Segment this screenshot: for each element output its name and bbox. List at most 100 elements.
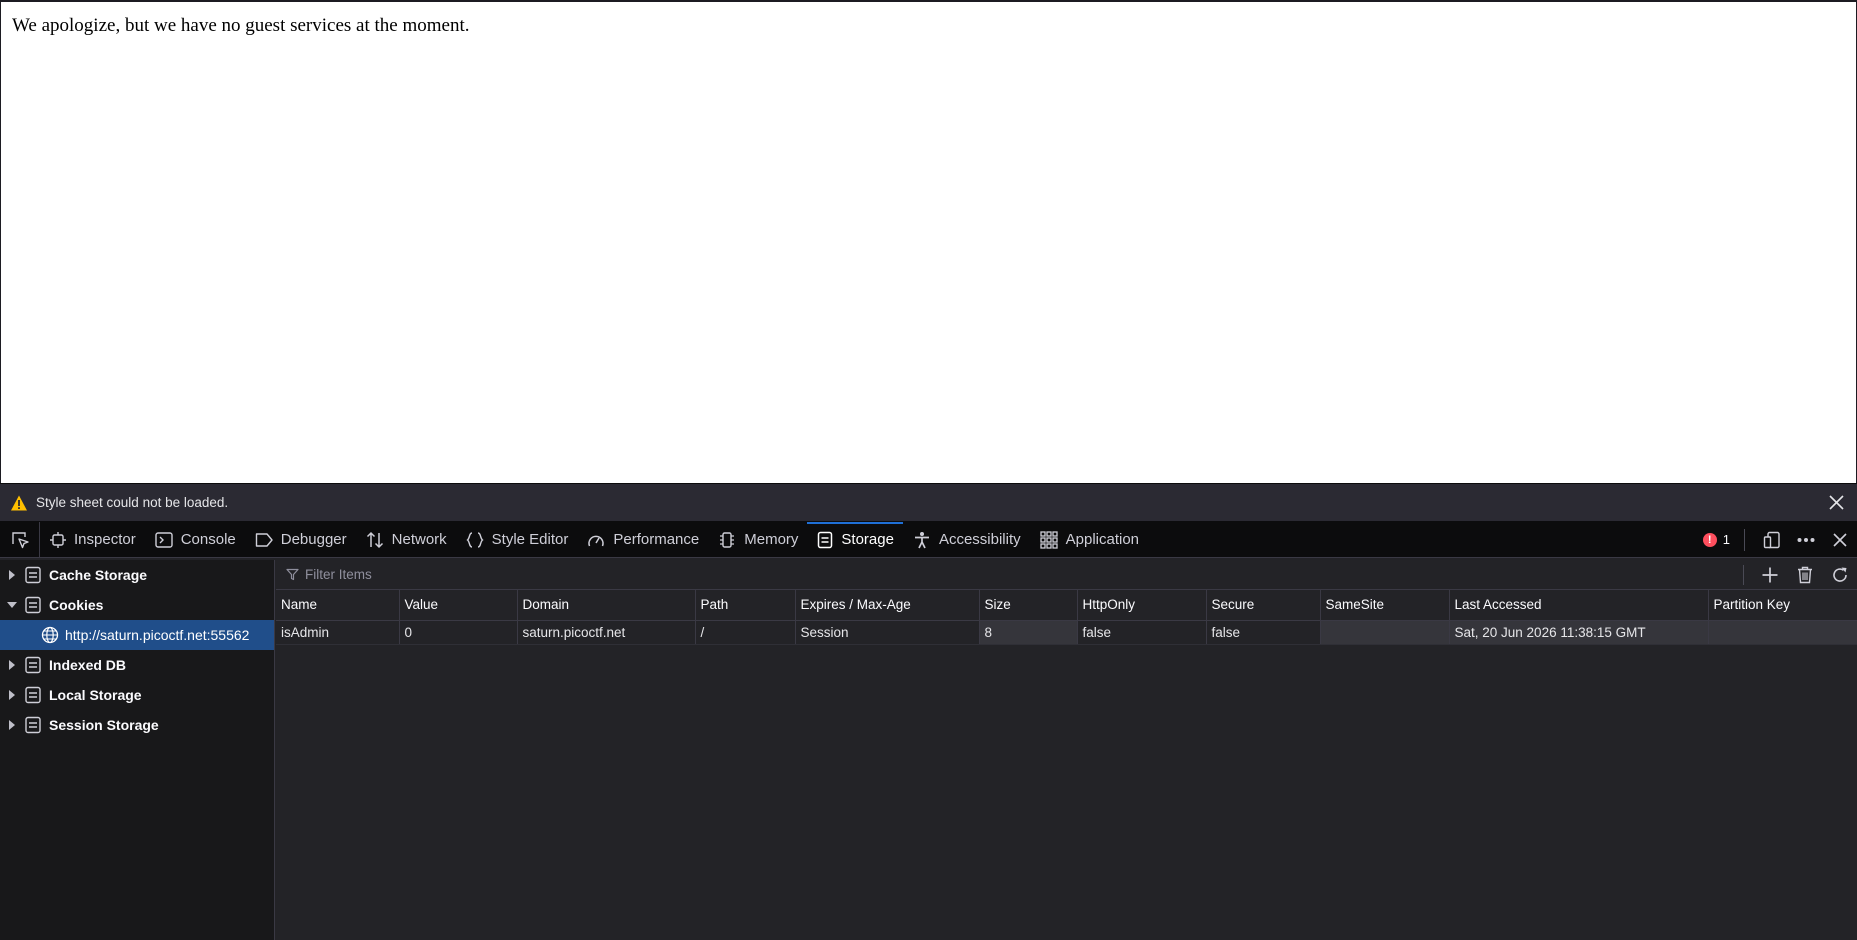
tab-performance[interactable]: Performance (577, 522, 708, 557)
storage-icon (25, 566, 41, 584)
filter-icon (286, 568, 299, 581)
tab-memory[interactable]: Memory (708, 522, 807, 557)
column-header-size[interactable]: Size (979, 590, 1078, 621)
cell-expires[interactable]: Session (795, 620, 980, 645)
filter-items-input[interactable] (305, 567, 805, 582)
sidebar-item-label: http://saturn.picoctf.net:55562 (65, 627, 250, 643)
cell-path[interactable]: / (695, 620, 796, 645)
close-devtools-button[interactable] (1823, 522, 1857, 557)
cookies-table: Name Value Domain Path Expires / Max-Age… (276, 590, 1857, 645)
accessibility-icon (914, 531, 929, 548)
toolbar-separator (1744, 528, 1745, 551)
column-header-expires[interactable]: Expires / Max-Age (795, 590, 980, 621)
tab-storage[interactable]: Storage (807, 522, 903, 557)
performance-icon (588, 535, 605, 546)
tab-label: Inspector (74, 531, 136, 548)
refresh-icon (1832, 567, 1847, 582)
column-header-path[interactable]: Path (695, 590, 796, 621)
storage-icon (25, 716, 41, 734)
tab-inspector[interactable]: Inspector (40, 522, 145, 557)
sidebar-item-cache-storage[interactable]: Cache Storage (0, 560, 274, 590)
console-icon (155, 531, 173, 548)
page-message: We apologize, but we have no guest servi… (12, 15, 470, 36)
storage-icon (25, 686, 41, 704)
storage-icon (818, 531, 833, 548)
column-header-domain[interactable]: Domain (517, 590, 696, 621)
cell-samesite[interactable] (1320, 620, 1450, 645)
add-item-button[interactable] (1752, 566, 1787, 584)
cell-size[interactable]: 8 (979, 620, 1078, 645)
tab-style-editor[interactable]: Style Editor (456, 522, 578, 557)
more-options-icon (1797, 537, 1815, 542)
sidebar-item-cookies[interactable]: Cookies (0, 590, 274, 620)
cell-domain[interactable]: saturn.picoctf.net (517, 620, 696, 645)
cell-partition-key[interactable] (1708, 620, 1857, 645)
storage-icon (25, 656, 41, 674)
notification-text: Style sheet could not be loaded. (36, 495, 229, 510)
cell-name[interactable]: isAdmin (276, 620, 400, 645)
tab-label: Accessibility (938, 531, 1021, 548)
sidebar-item-session-storage[interactable]: Session Storage (0, 710, 274, 740)
tab-label: Application (1065, 531, 1140, 548)
page-viewport: We apologize, but we have no guest servi… (0, 0, 1857, 483)
sidebar-item-label: Session Storage (49, 717, 159, 733)
expand-arrow-icon[interactable] (0, 720, 24, 730)
sidebar-item-label: Cache Storage (49, 567, 148, 583)
delete-all-button[interactable] (1787, 566, 1822, 584)
network-icon (366, 531, 383, 548)
toolbar-right-controls: ! 1 (1702, 522, 1857, 557)
table-row[interactable]: isAdmin 0 saturn.picoctf.net / Session 8… (276, 620, 1857, 645)
devtools-toolbar: Inspector Console Debugger Network Style… (0, 522, 1857, 558)
inspector-icon (50, 531, 66, 548)
column-header-partition-key[interactable]: Partition Key (1708, 590, 1857, 621)
filter-actions (1743, 560, 1857, 589)
column-header-value[interactable]: Value (399, 590, 518, 621)
sidebar-item-indexed-db[interactable]: Indexed DB (0, 650, 274, 680)
sidebar-item-label: Local Storage (49, 687, 142, 703)
memory-icon (720, 531, 735, 548)
table-header-row: Name Value Domain Path Expires / Max-Age… (276, 590, 1857, 621)
cell-secure[interactable]: false (1206, 620, 1321, 645)
cell-last-accessed[interactable]: Sat, 20 Jun 2026 11:38:15 GMT (1449, 620, 1709, 645)
trash-icon (1797, 566, 1812, 583)
error-count-button[interactable]: ! 1 (1702, 532, 1730, 547)
column-header-name[interactable]: Name (276, 590, 400, 621)
tab-application[interactable]: Application (1030, 522, 1148, 557)
tab-label: Storage (841, 531, 894, 548)
style-editor-icon (466, 531, 484, 548)
tab-debugger[interactable]: Debugger (245, 522, 356, 557)
sidebar-item-local-storage[interactable]: Local Storage (0, 680, 274, 710)
toolbar-separator (1743, 564, 1744, 585)
sidebar-item-label: Indexed DB (49, 657, 127, 673)
cell-value[interactable]: 0 (399, 620, 518, 645)
collapse-arrow-icon[interactable] (0, 601, 24, 609)
more-options-button[interactable] (1789, 522, 1823, 557)
tab-label: Style Editor (491, 531, 569, 548)
refresh-button[interactable] (1822, 566, 1857, 584)
responsive-design-icon (1763, 531, 1780, 548)
close-icon (1833, 532, 1847, 547)
expand-arrow-icon[interactable] (0, 570, 24, 580)
column-header-samesite[interactable]: SameSite (1320, 590, 1450, 621)
tab-console[interactable]: Console (145, 522, 245, 557)
tab-network[interactable]: Network (356, 522, 456, 557)
warning-icon (11, 495, 27, 510)
sidebar-item-cookie-host[interactable]: http://saturn.picoctf.net:55562 (0, 620, 274, 650)
cell-httponly[interactable]: false (1077, 620, 1207, 645)
expand-arrow-icon[interactable] (0, 660, 24, 670)
notification-bar: Style sheet could not be loaded. (0, 484, 1857, 522)
column-header-httponly[interactable]: HttpOnly (1077, 590, 1207, 621)
expand-arrow-icon[interactable] (0, 690, 24, 700)
tab-label: Console (180, 531, 236, 548)
element-picker-button[interactable] (0, 522, 40, 557)
plus-icon (1762, 567, 1777, 582)
responsive-design-button[interactable] (1755, 522, 1789, 557)
column-header-secure[interactable]: Secure (1206, 590, 1321, 621)
close-notification-icon[interactable] (1828, 494, 1845, 511)
filter-bar (276, 560, 1857, 590)
storage-main-panel: Name Value Domain Path Expires / Max-Age… (276, 560, 1857, 940)
tab-accessibility[interactable]: Accessibility (903, 522, 1030, 557)
globe-icon (41, 626, 59, 644)
column-header-last-accessed[interactable]: Last Accessed (1449, 590, 1709, 621)
application-icon (1039, 530, 1058, 549)
